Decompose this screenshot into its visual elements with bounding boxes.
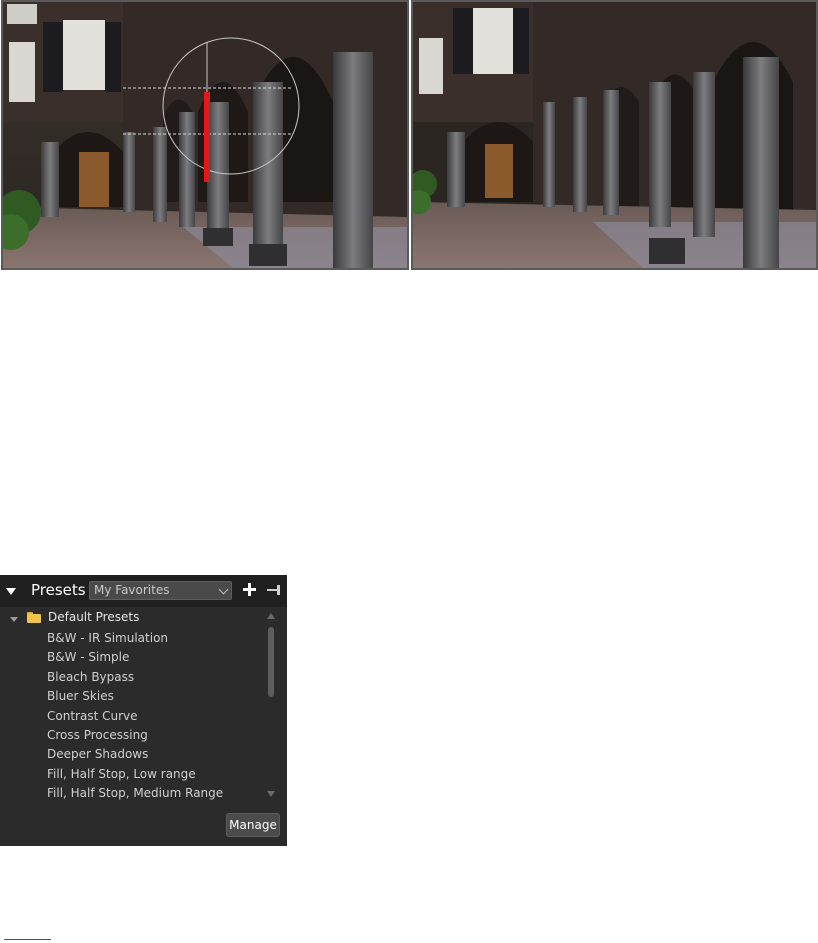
default-presets-folder[interactable]: Default Presets xyxy=(48,610,139,624)
folder-expand-icon[interactable] xyxy=(10,617,18,622)
favorites-dropdown-value: My Favorites xyxy=(94,583,170,597)
collapse-triangle-icon[interactable] xyxy=(6,588,16,595)
before-photo xyxy=(1,0,409,270)
after-photo xyxy=(411,0,818,270)
preset-item[interactable]: Deeper Shadows xyxy=(47,745,223,764)
preset-item[interactable]: Fill, Half Stop, Medium Range xyxy=(47,784,223,803)
presets-panel: Presets My Favorites Default Presets B&W… xyxy=(0,575,287,846)
plus-icon[interactable] xyxy=(242,582,258,598)
chevron-down-icon xyxy=(218,584,229,595)
preset-item[interactable]: B&W - Simple xyxy=(47,648,223,667)
presets-header: Presets My Favorites xyxy=(0,575,287,607)
folder-icon xyxy=(27,612,41,623)
scroll-up-icon[interactable] xyxy=(267,613,275,619)
preset-item[interactable]: Bleach Bypass xyxy=(47,668,223,687)
preset-item[interactable]: Fill, Half Stop, Low range xyxy=(47,765,223,784)
preset-item[interactable]: Cross Processing xyxy=(47,726,223,745)
preset-item[interactable]: B&W - IR Simulation xyxy=(47,629,223,648)
before-photo-scene xyxy=(3,2,407,268)
preset-list: B&W - IR Simulation B&W - Simple Bleach … xyxy=(47,629,223,804)
pin-icon[interactable] xyxy=(266,584,282,596)
preset-item[interactable]: Bluer Skies xyxy=(47,687,223,706)
scroll-thumb[interactable] xyxy=(268,627,274,697)
preset-list-scrollbar[interactable] xyxy=(265,611,278,799)
scroll-down-icon[interactable] xyxy=(267,791,275,797)
presets-title: Presets xyxy=(31,581,86,599)
manage-button[interactable]: Manage xyxy=(226,813,280,837)
preset-item[interactable]: Contrast Curve xyxy=(47,707,223,726)
footer-link-underline xyxy=(4,939,51,940)
after-photo-scene xyxy=(413,2,816,268)
favorites-dropdown[interactable]: My Favorites xyxy=(89,581,232,600)
